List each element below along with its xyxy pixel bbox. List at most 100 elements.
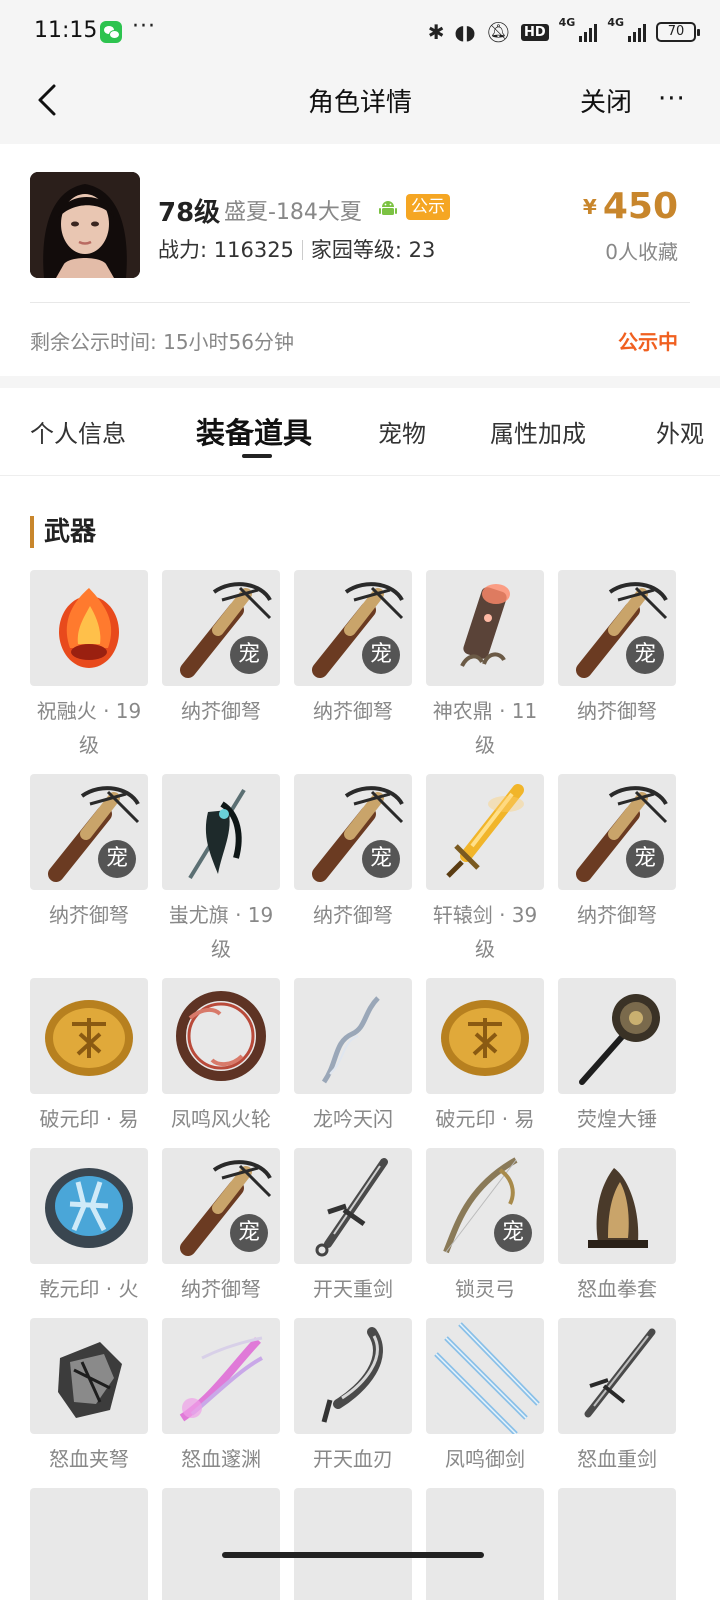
item-card[interactable]	[294, 1488, 412, 1600]
tab-appearance[interactable]: 外观	[656, 414, 704, 449]
item-name: 荧煌大锤	[577, 1107, 657, 1131]
item-image	[30, 1318, 148, 1434]
item-image: 宠	[426, 1148, 544, 1264]
item-card[interactable]	[426, 1488, 544, 1600]
item-card[interactable]: 怒血拳套	[558, 1148, 676, 1306]
combat-power: 战力: 116325	[158, 238, 294, 262]
avatar[interactable]	[30, 172, 140, 278]
item-card[interactable]: 宠锁灵弓	[426, 1148, 544, 1306]
earbuds-icon: ◖◗	[454, 20, 476, 44]
role-stats: 战力: 116325 家园等级: 23	[158, 234, 435, 264]
item-image	[30, 1488, 148, 1600]
remaining-time: 剩余公示时间: 15小时56分钟	[30, 330, 294, 354]
item-card[interactable]: 凤鸣御剑	[426, 1318, 544, 1476]
item-name: 纳芥御弩	[313, 903, 393, 927]
item-name: 破元印 · 易	[39, 1107, 139, 1131]
item-card[interactable]: 乾元印 · 火	[30, 1148, 148, 1306]
item-card[interactable]: 神农鼎 · 11级	[426, 570, 544, 762]
item-card[interactable]: 凤鸣风火轮	[162, 978, 280, 1136]
item-card[interactable]: 龙吟天闪	[294, 978, 412, 1136]
tab-attribute-bonus[interactable]: 属性加成	[490, 414, 586, 449]
pet-badge: 宠	[494, 1214, 532, 1252]
more-notifications-icon: ···	[132, 14, 156, 39]
item-card[interactable]: 宠纳芥御弩	[558, 774, 676, 932]
item-name: 纳芥御弩	[577, 699, 657, 723]
item-image	[294, 1488, 412, 1600]
mute-bell-icon: 🔕︎	[485, 20, 511, 44]
wechat-icon	[100, 21, 122, 43]
tab-equipment[interactable]: 装备道具	[196, 410, 312, 452]
item-name: 乾元印 · 火	[39, 1277, 139, 1301]
item-card[interactable]	[30, 1488, 148, 1600]
item-name: 凤鸣风火轮	[171, 1107, 271, 1131]
item-image	[294, 978, 412, 1094]
pet-badge: 宠	[626, 840, 664, 878]
tab-personal-info[interactable]: 个人信息	[30, 414, 126, 449]
network-type-2: 4G	[607, 16, 624, 29]
tab-bar: 个人信息 装备道具 宠物 属性加成 外观	[0, 388, 720, 476]
item-card[interactable]: 破元印 · 易	[426, 978, 544, 1136]
close-button[interactable]: 关闭	[580, 82, 632, 119]
nav-bar: 角色详情 关闭 ···	[0, 64, 720, 144]
pet-badge: 宠	[362, 840, 400, 878]
home-level: 家园等级: 23	[310, 238, 436, 262]
item-card[interactable]: 宠纳芥御弩	[162, 570, 280, 728]
item-card[interactable]: 祝融火 · 19级	[30, 570, 148, 762]
item-name: 蚩尤旗 · 19级	[168, 903, 274, 961]
section-title-weapons: 武器	[30, 516, 96, 548]
tab-pets[interactable]: 宠物	[378, 414, 426, 449]
item-name: 开天血刃	[313, 1447, 393, 1471]
item-name: 锁灵弓	[455, 1277, 515, 1301]
item-card[interactable]: 怒血夹弩	[30, 1318, 148, 1476]
item-image	[162, 1318, 280, 1434]
item-card[interactable]	[558, 1488, 676, 1600]
status-icons: ✱ ◖◗ 🔕︎ HD 4G 4G 70	[428, 16, 700, 48]
item-image	[426, 978, 544, 1094]
item-image	[162, 774, 280, 890]
pet-badge: 宠	[626, 636, 664, 674]
item-name: 怒血重剑	[577, 1447, 657, 1471]
item-card[interactable]: 轩辕剑 · 39级	[426, 774, 544, 966]
pet-badge: 宠	[230, 1214, 268, 1252]
item-name: 纳芥御弩	[577, 903, 657, 927]
item-card[interactable]: 开天重剑	[294, 1148, 412, 1306]
item-image	[162, 1488, 280, 1600]
divider	[301, 240, 303, 260]
item-image	[162, 978, 280, 1094]
item-card[interactable]: 蚩尤旗 · 19级	[162, 774, 280, 966]
item-image: 宠	[162, 1148, 280, 1264]
role-summary-card: 78级 盛夏-184大夏 公示 战力: 116325 家园等级: 23 ¥450 …	[0, 144, 720, 376]
divider	[30, 302, 690, 303]
item-image	[558, 1148, 676, 1264]
item-image: 宠	[558, 570, 676, 686]
item-card[interactable]: 宠纳芥御弩	[294, 570, 412, 728]
item-card[interactable]: 宠纳芥御弩	[558, 570, 676, 728]
status-bar: 11:15 ··· ✱ ◖◗ 🔕︎ HD 4G 4G 70	[0, 0, 720, 64]
item-card[interactable]: 宠纳芥御弩	[162, 1148, 280, 1306]
item-name: 祝融火 · 19级	[36, 699, 142, 757]
item-card[interactable]: 荧煌大锤	[558, 978, 676, 1136]
item-card[interactable]	[162, 1488, 280, 1600]
more-menu-button[interactable]: ···	[658, 84, 686, 114]
item-image	[558, 1318, 676, 1434]
chevron-left-icon	[38, 84, 56, 116]
item-image	[426, 1318, 544, 1434]
item-card[interactable]: 怒血重剑	[558, 1318, 676, 1476]
item-card[interactable]: 宠纳芥御弩	[294, 774, 412, 932]
item-card[interactable]: 宠纳芥御弩	[30, 774, 148, 932]
item-image: 宠	[162, 570, 280, 686]
price: ¥450	[583, 186, 678, 227]
item-image: 宠	[30, 774, 148, 890]
back-button[interactable]	[30, 80, 70, 120]
home-indicator[interactable]	[222, 1552, 484, 1558]
item-name: 纳芥御弩	[313, 699, 393, 723]
item-name: 破元印 · 易	[435, 1107, 535, 1131]
item-card[interactable]: 怒血邃渊	[162, 1318, 280, 1476]
item-image	[558, 978, 676, 1094]
item-card[interactable]: 破元印 · 易	[30, 978, 148, 1136]
item-card[interactable]: 开天血刃	[294, 1318, 412, 1476]
item-name: 怒血邃渊	[181, 1447, 261, 1471]
item-image	[558, 1488, 676, 1600]
item-name: 怒血夹弩	[49, 1447, 129, 1471]
item-name: 开天重剑	[313, 1277, 393, 1301]
